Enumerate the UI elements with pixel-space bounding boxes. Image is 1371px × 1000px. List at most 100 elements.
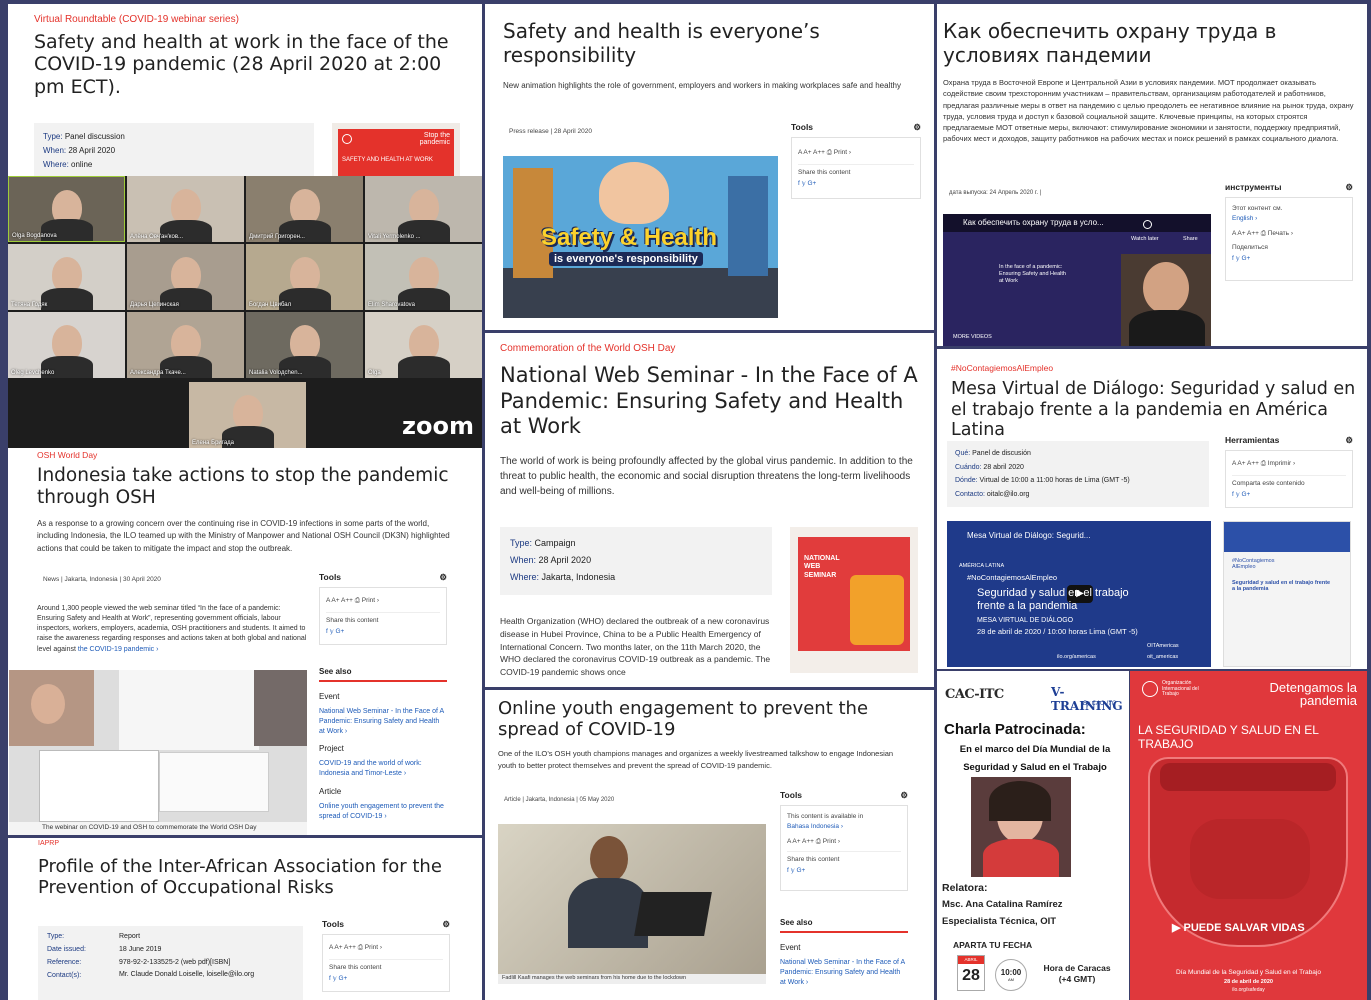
cac-itc-logo: CAC-ITC [945, 687, 1004, 702]
participant-tile[interactable]: Elim Sharovatova [365, 244, 482, 310]
article-title: Indonesia take actions to stop the pande… [37, 465, 449, 508]
article-date: Article | Jakarta, Indonesia | 05 May 20… [504, 797, 615, 803]
participant-name: Дарья Цепинская [130, 302, 179, 308]
participant-name: Elim Sharovatova [368, 302, 416, 308]
article-date: дата выпуска: 24 Апрель 2020 г. | [949, 190, 1042, 196]
kicker[interactable]: OSH World Day [37, 450, 97, 460]
kicker[interactable]: Commemoration of the World OSH Day [500, 343, 675, 354]
font-size-controls[interactable]: A A+ A++ ⎙ Print › [326, 596, 440, 606]
language-link[interactable]: Bahasa Indonesia › [787, 822, 901, 832]
hero-image[interactable]: Safety & Health is everyone's responsibi… [503, 156, 778, 318]
video-subheading: MESA VIRTUAL DE DIÁLOGO [977, 617, 1074, 624]
font-size-controls[interactable]: A A+ A++ ⎙ Print › [798, 148, 914, 158]
social-icons[interactable]: f 𝕪 G+ [1232, 254, 1346, 264]
article-text: Охрана труда в Восточной Европе и Центра… [943, 78, 1354, 144]
v-training-subtitle: By CAC-ITC [1083, 701, 1116, 707]
see-also-link[interactable]: National Web Seminar - In the Face of A … [319, 707, 447, 736]
participant-tile[interactable]: Oleg Levchenko [8, 312, 125, 378]
event-banner[interactable]: Stop the pandemic SAFETY AND HEALTH AT W… [332, 123, 460, 176]
document-tag: #NoContagiemos AlEmpleo [1232, 558, 1275, 570]
font-size-controls[interactable]: A A+ A++ ⎙ Imprimir › [1232, 459, 1346, 469]
poster-footer: Día Mundial de la Seguridad y Salud en e… [1176, 969, 1321, 976]
language-link[interactable]: English › [1232, 214, 1346, 224]
font-size-controls[interactable]: A A+ A++ ⎙ Print › [787, 837, 901, 847]
share-label: Comparta este contenido [1232, 475, 1346, 489]
clock-icon[interactable] [1143, 220, 1152, 229]
gear-icon[interactable]: ⚙ [900, 790, 908, 801]
share-label: Поделиться [1232, 244, 1268, 252]
see-also-type: Article [319, 786, 342, 796]
youth-photo[interactable]: Fadlill Kaafi manages the web seminars f… [498, 824, 766, 984]
share-label: Share this content [329, 959, 443, 973]
poster-date: 28 de abril de 2020 [1224, 979, 1273, 985]
document-thumbnail[interactable]: #NoContagiemos AlEmpleo Seguridad y salu… [1223, 521, 1351, 667]
poster-title: NATIONAL WEB SEMINAR [804, 555, 840, 579]
image-caption: The webinar on COVID-19 and OSH to comme… [42, 824, 257, 831]
social-icons[interactable]: f 𝕪 G+ [1232, 490, 1346, 500]
participant-tile[interactable]: Vitali Yermolenko ... [365, 176, 482, 242]
social-icons[interactable]: f 𝕪 G+ [798, 179, 914, 189]
gear-icon[interactable]: ⚙ [1345, 182, 1353, 193]
share-label: Share this content [787, 851, 901, 865]
video-player[interactable]: Как обеспечить охрану труда в усло... Wa… [943, 214, 1211, 346]
participant-tile[interactable]: Алёна Овч'ан'ков... [127, 176, 244, 242]
video-heading: Seguridad y salud en el trabajo frente a… [977, 587, 1129, 612]
tools-box: инструменты ⚙ Этот контент см. English › … [1225, 182, 1353, 281]
video-instagram: oit_americas [1147, 654, 1179, 660]
share-icon[interactable]: Share [1183, 236, 1198, 242]
gear-icon[interactable]: ⚙ [913, 122, 921, 133]
banner-tag: Stop the pandemic [419, 132, 450, 146]
participant-name: Елена Бригада [192, 440, 235, 446]
see-also-link[interactable]: Online youth engagement to prevent the s… [319, 802, 447, 822]
participant-tile[interactable]: Дарья Цепинская [127, 244, 244, 310]
page-title: Safety and health at work in the face of… [34, 31, 449, 98]
calendar-icon: ABRIL 28 [957, 955, 985, 991]
participant-tile[interactable]: Olga Bogdanova [8, 176, 125, 242]
kicker[interactable]: #NoContagiemosAlEmpleo [951, 363, 1053, 373]
font-size-controls[interactable]: A A+ A++ ⎙ Печать › [1232, 229, 1346, 239]
font-size-controls[interactable]: A A+ A++ ⎙ Print › [329, 943, 443, 953]
video-date: 28 de abril de 2020 / 10:00 horas Lima (… [977, 627, 1138, 636]
more-videos[interactable]: MORE VIDEOS [953, 334, 992, 340]
watch-later[interactable]: Watch later [1131, 236, 1159, 242]
image-caption: Fadlill Kaafi manages the web seminars f… [502, 975, 687, 981]
participant-name: Olga Bogdanova [12, 233, 57, 239]
participant-name: Богдан Цвибал [249, 302, 292, 308]
social-icons[interactable]: f 𝕪 G+ [326, 627, 440, 637]
kicker[interactable]: IAPRP [38, 840, 59, 847]
participant-tile[interactable]: Тетяна Годяк [8, 244, 125, 310]
covid-link[interactable]: the COVID-19 pandemic › [78, 646, 159, 653]
poster-url: ilo.org/safeday [1232, 987, 1265, 993]
tools-box: Tools ⚙ A A+ A++ ⎙ Print › Share this con… [791, 122, 921, 199]
participant-tile[interactable]: Дмитрий Григорен... [246, 176, 363, 242]
article-title: Mesa Virtual de Diálogo: Seguridad y sal… [951, 379, 1356, 441]
participant-name: Дмитрий Григорен... [249, 234, 305, 240]
article-subtitle: One of the ILO’s OSH youth champions man… [498, 749, 894, 770]
see-also-link[interactable]: National Web Seminar - In the Face of A … [780, 958, 908, 987]
video-title: Как обеспечить охрану труда в усло... [963, 218, 1104, 227]
article-title: Profile of the Inter-African Association… [38, 856, 442, 899]
save-date-label: APARTA TU FECHA [953, 940, 1033, 950]
panel-russian: Как обеспечить охрану труда в условиях п… [937, 4, 1367, 346]
seminar-poster[interactable]: NATIONAL WEB SEMINAR [790, 527, 918, 673]
social-icons[interactable]: f 𝕪 G+ [787, 866, 901, 876]
see-also-link[interactable]: COVID-19 and the world of work: Indonesi… [319, 759, 447, 779]
participant-tile[interactable]: Natalia Voloдchen... [246, 312, 363, 378]
gear-icon[interactable]: ⚙ [1345, 435, 1353, 446]
meta-box: Type: Panel discussion When: 28 April 20… [34, 123, 314, 176]
speaker-photo [971, 777, 1071, 877]
article-subtitle: New animation highlights the role of gov… [503, 81, 901, 90]
participant-tile[interactable]: Елена Бригада [189, 382, 306, 448]
webinar-screenshot[interactable]: The webinar on COVID-19 and OSH to comme… [9, 670, 307, 835]
video-player[interactable]: Mesa Virtual de Diálogo: Segurid... ▶ AM… [947, 521, 1211, 667]
kicker[interactable]: Virtual Roundtable (COVID-19 webinar ser… [34, 14, 239, 25]
gear-icon[interactable]: ⚙ [439, 572, 447, 583]
participant-tile[interactable]: Богдан Цвибал [246, 244, 363, 310]
tools-box: Tools ⚙ A A+ A++ ⎙ Print › Share this con… [319, 572, 447, 645]
social-icons[interactable]: f 𝕪 G+ [329, 974, 443, 984]
video-footer-url: ilo.org/americas [1057, 654, 1096, 660]
gear-icon[interactable]: ⚙ [442, 919, 450, 930]
participant-tile[interactable]: Александра Ткаче... [127, 312, 244, 378]
participant-tile[interactable]: Olga [365, 312, 482, 378]
article-date: News | Jakarta, Indonesia | 30 April 202… [43, 576, 161, 583]
